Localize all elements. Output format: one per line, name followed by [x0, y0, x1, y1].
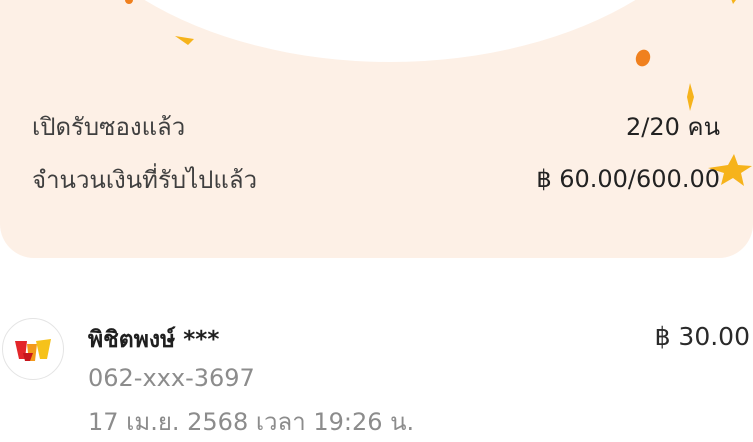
claim-list-item[interactable]: พิชิตพงษ์ *** ฿ 30.00 062-xxx-3697 17 เม…: [0, 300, 753, 442]
confetti-yellow-corner-icon: [731, 0, 736, 4]
truemoney-wallet-logo-icon: [15, 339, 51, 361]
claimer-phone: 062-xxx-3697: [88, 364, 255, 392]
confetti-orange-dot-icon: [125, 0, 133, 4]
claimed-amount-value: ฿ 60.00/600.00: [536, 165, 720, 193]
claimed-amount-label: จำนวนเงินที่รับไปแล้ว: [32, 165, 258, 194]
avatar: [2, 318, 64, 380]
claimed-amount-row: จำนวนเงินที่รับไปแล้ว ฿ 60.00/600.00: [32, 159, 720, 199]
red-envelope-detail-page: เปิดรับซองแล้ว 2/20 คน จำนวนเงินที่รับไป…: [0, 0, 753, 442]
opened-envelopes-label: เปิดรับซองแล้ว: [32, 112, 186, 141]
opened-envelopes-row: เปิดรับซองแล้ว 2/20 คน: [32, 106, 720, 146]
claim-timestamp: 17 เม.ย. 2568 เวลา 19:26 น.: [88, 408, 415, 436]
claim-amount: ฿ 30.00: [654, 322, 750, 351]
confetti-yellow-shard-icon: [175, 36, 194, 45]
confetti-orange-oval-icon: [635, 49, 651, 67]
opened-envelopes-count: 2/20 คน: [626, 112, 720, 141]
claimer-name: พิชิตพงษ์ ***: [88, 327, 220, 353]
